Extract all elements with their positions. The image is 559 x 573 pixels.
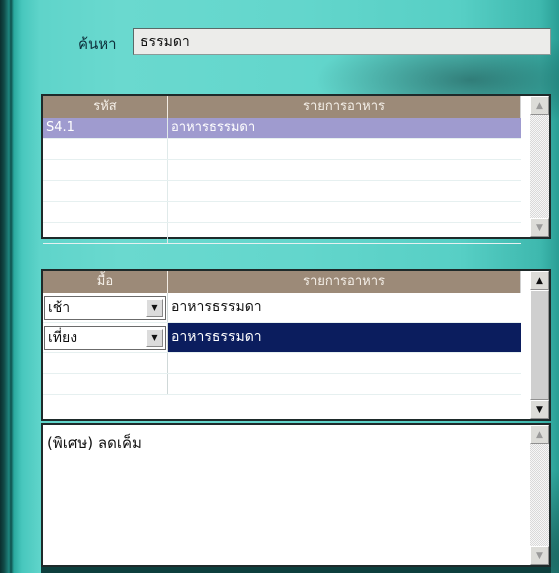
scroll-thumb[interactable]	[530, 290, 549, 400]
meal-select-value: เช้า	[48, 299, 71, 316]
meal-cell: เช้า ▼	[43, 293, 168, 322]
grid-rows: เช้า ▼ อาหารธรรมดา เที่ยง ▼ อาหารธรรมดา	[43, 293, 521, 395]
scroll-up-icon[interactable]: ▲	[530, 425, 549, 444]
scroll-up-icon[interactable]: ▲	[530, 96, 549, 115]
header-code[interactable]: รหัส	[43, 96, 168, 118]
cell-food-item: อาหารธรรมดา	[168, 323, 521, 352]
scroll-down-icon[interactable]: ▼	[530, 218, 549, 237]
table-row-empty[interactable]	[43, 374, 521, 395]
header-food-item[interactable]: รายการอาหาร	[168, 271, 521, 293]
scroll-up-icon[interactable]: ▲	[530, 271, 549, 290]
meal-select[interactable]: เช้า ▼	[44, 295, 166, 320]
table-row[interactable]: เที่ยง ▼ อาหารธรรมดา	[43, 323, 521, 353]
meal-select[interactable]: เที่ยง ▼	[44, 325, 166, 350]
note-textarea[interactable]: (พิเศษ) ลดเค็ม ▲ ▼	[41, 423, 551, 567]
table-row-empty[interactable]	[43, 202, 521, 223]
header-food-item[interactable]: รายการอาหาร	[168, 96, 521, 118]
meal-cell: เที่ยง ▼	[43, 323, 168, 352]
grid-header: มื้อ รายการอาหาร	[43, 271, 521, 293]
table-row[interactable]: เช้า ▼ อาหารธรรมดา	[43, 293, 521, 323]
note-text: (พิเศษ) ลดเค็ม	[47, 434, 142, 452]
food-code-grid: รหัส รายการอาหาร S4.1 อาหารธรรมดา ▲ ▼	[41, 94, 551, 244]
table-row-empty[interactable]	[43, 139, 521, 160]
table-row-empty[interactable]	[43, 353, 521, 374]
scroll-down-icon[interactable]: ▼	[530, 400, 549, 419]
table-row-empty[interactable]	[43, 223, 521, 244]
search-input[interactable]	[133, 28, 551, 55]
cell-code: S4.1	[43, 118, 168, 138]
app-window: ค้นหา รหัส รายการอาหาร S4.1 อาหารธรรมดา …	[0, 0, 559, 573]
chevron-down-icon[interactable]: ▼	[146, 298, 163, 317]
table-row-empty[interactable]	[43, 181, 521, 202]
search-label: ค้นหา	[78, 35, 117, 53]
vertical-scrollbar[interactable]: ▲ ▼	[530, 271, 549, 419]
table-row[interactable]: S4.1 อาหารธรรมดา	[43, 118, 521, 139]
vertical-scrollbar[interactable]: ▲ ▼	[530, 96, 549, 237]
meal-plan-grid: มื้อ รายการอาหาร เช้า ▼ อาหารธรรมดา เที่…	[41, 269, 551, 421]
grid-header: รหัส รายการอาหาร	[43, 96, 521, 118]
scroll-down-icon[interactable]: ▼	[530, 546, 549, 565]
chevron-down-icon[interactable]: ▼	[146, 328, 163, 347]
table-row-empty[interactable]	[43, 160, 521, 181]
cell-food-item: อาหารธรรมดา	[171, 120, 256, 135]
header-meal[interactable]: มื้อ	[43, 271, 168, 293]
meal-select-value: เที่ยง	[48, 329, 78, 346]
bottom-edge	[41, 567, 551, 573]
grid-rows: S4.1 อาหารธรรมดา	[43, 118, 521, 244]
vertical-scrollbar[interactable]: ▲ ▼	[530, 425, 549, 565]
cell-food-item: อาหารธรรมดา	[171, 299, 262, 315]
